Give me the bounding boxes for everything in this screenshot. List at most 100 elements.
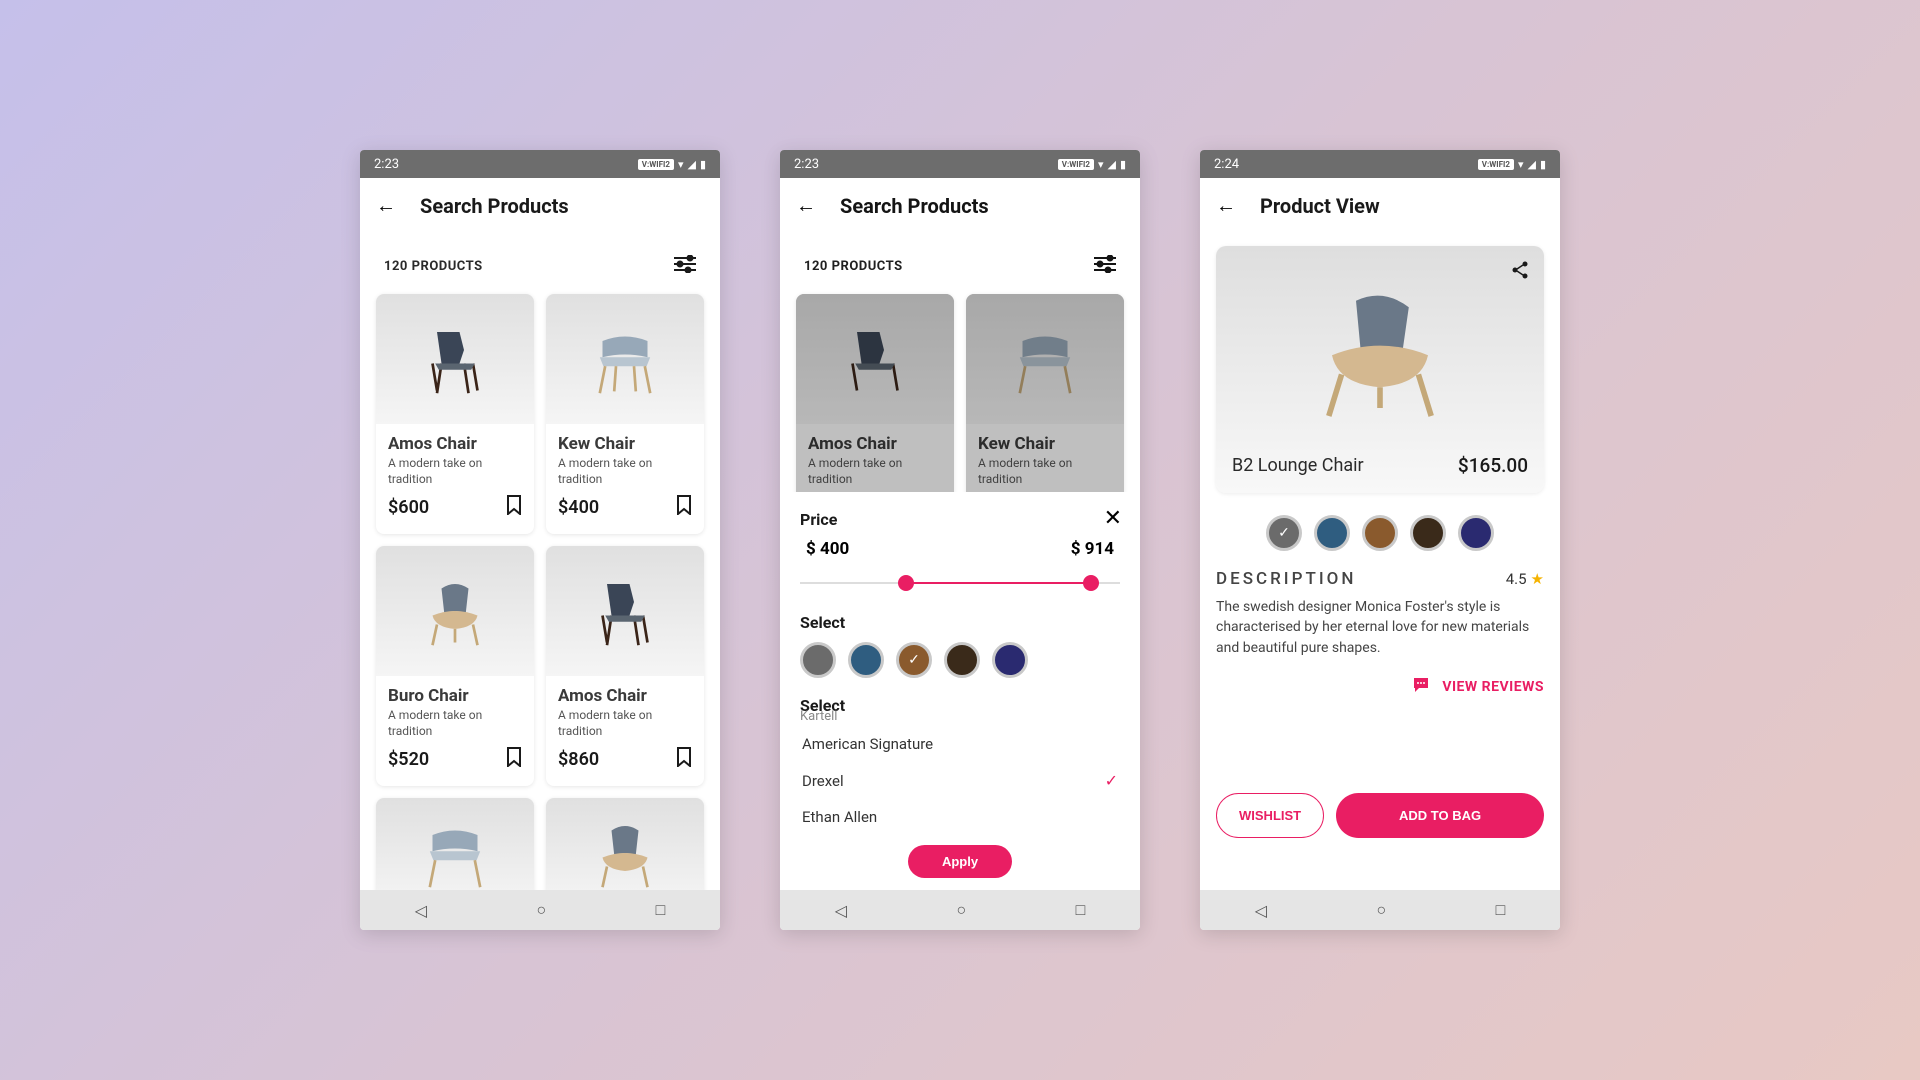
phone-screen-detail: 2:24 V:WIFI2 ▾ ◢ ▮ ← Product View B2 Lou…: [1200, 150, 1560, 930]
product-image: [376, 294, 534, 424]
color-swatch-blue[interactable]: [1314, 515, 1350, 551]
product-info: Amos Chair A modern take on tradition $8…: [546, 676, 704, 786]
status-time: 2:23: [374, 157, 399, 172]
brand-name: Drexel: [802, 772, 844, 790]
nav-back-icon[interactable]: ◁: [835, 901, 847, 920]
share-icon[interactable]: [1510, 260, 1530, 285]
color-swatch-dark[interactable]: [1410, 515, 1446, 551]
product-card[interactable]: [546, 798, 704, 890]
nav-back-icon[interactable]: ◁: [1255, 901, 1267, 920]
color-swatch-navy[interactable]: [992, 642, 1028, 678]
close-icon[interactable]: ✕: [1104, 506, 1122, 531]
product-desc: A modern take on tradition: [808, 456, 942, 487]
color-swatch-brown[interactable]: ✓: [896, 642, 932, 678]
color-swatch-grey[interactable]: ✓: [1266, 515, 1302, 551]
nav-home-icon[interactable]: ○: [536, 900, 546, 920]
product-card[interactable]: [376, 798, 534, 890]
phone-screen-search: 2:23 V:WIFI2 ▾ ◢ ▮ ← Search Products 120…: [360, 150, 720, 930]
brand-item-cut[interactable]: Kartell: [800, 709, 1120, 724]
product-card[interactable]: Amos Chair A modern take on tradition $8…: [546, 546, 704, 786]
view-reviews-link[interactable]: VIEW REVIEWS: [1212, 676, 1548, 698]
color-swatch-grey[interactable]: [800, 642, 836, 678]
product-info: Amos Chair A modern take on tradition $6…: [376, 424, 534, 534]
status-icons: V:WIFI2 ▾ ◢ ▮: [1478, 158, 1546, 171]
product-card[interactable]: Kew Chair A modern take on tradition $40…: [546, 294, 704, 534]
status-bar: 2:24 V:WIFI2 ▾ ◢ ▮: [1200, 150, 1560, 178]
bookmark-icon[interactable]: [676, 747, 692, 772]
color-row: ✓: [800, 642, 1120, 678]
description-text: The swedish designer Monica Foster's sty…: [1212, 597, 1548, 658]
apply-button[interactable]: Apply: [908, 845, 1012, 878]
product-image: [546, 294, 704, 424]
price-min: $ 400: [806, 539, 849, 559]
product-image: [546, 546, 704, 676]
wifi-icon: ▾: [678, 158, 684, 171]
slider-thumb-min[interactable]: [898, 575, 914, 591]
product-card[interactable]: Amos Chair A modern take on tradition $6…: [376, 294, 534, 534]
product-desc: A modern take on tradition: [558, 708, 692, 739]
app-bar: ← Search Products: [780, 178, 1140, 234]
check-icon: ✓: [1105, 771, 1118, 790]
back-icon[interactable]: ←: [796, 193, 816, 218]
phone-screen-filter: 2:23 V:WIFI2 ▾ ◢ ▮ ← Search Products 120…: [780, 150, 1140, 930]
filter-icon[interactable]: [1094, 254, 1116, 278]
price-max: $ 914: [1071, 539, 1114, 559]
product-card[interactable]: Buro Chair A modern take on tradition $5…: [376, 546, 534, 786]
slider-thumb-max[interactable]: [1083, 575, 1099, 591]
price-slider[interactable]: [800, 573, 1120, 593]
brand-item[interactable]: Ethan Allen: [800, 799, 1120, 835]
product-name: B2 Lounge Chair: [1232, 455, 1364, 476]
nav-home-icon[interactable]: ○: [956, 900, 966, 920]
signal-icon: ◢: [687, 158, 695, 171]
nav-home-icon[interactable]: ○: [1376, 900, 1386, 920]
bookmark-icon[interactable]: [506, 747, 522, 772]
product-hero: B2 Lounge Chair $165.00: [1216, 246, 1544, 493]
status-icons: V:WIFI2 ▾ ◢ ▮: [1058, 158, 1126, 171]
star-icon: ★: [1531, 570, 1544, 588]
slider-fill: [906, 582, 1092, 584]
product-name: Amos Chair: [558, 686, 692, 706]
wishlist-button[interactable]: WISHLIST: [1216, 793, 1324, 838]
color-swatch-navy[interactable]: [1458, 515, 1494, 551]
filter-row: 120 PRODUCTS: [372, 246, 708, 294]
page-title: Product View: [1260, 194, 1380, 218]
price-values: $ 400 $ 914: [800, 539, 1120, 559]
product-image: [796, 294, 954, 424]
product-price: $520: [388, 749, 429, 770]
color-swatch-blue[interactable]: [848, 642, 884, 678]
nav-recent-icon[interactable]: □: [656, 900, 666, 920]
app-bar: ← Search Products: [360, 178, 720, 234]
product-desc: A modern take on tradition: [978, 456, 1112, 487]
product-price: $400: [558, 497, 599, 518]
wifi-label: V:WIFI2: [1058, 159, 1094, 170]
product-image: [546, 798, 704, 890]
color-swatch-dark[interactable]: [944, 642, 980, 678]
brand-list: American Signature Drexel ✓ Ethan Allen: [800, 726, 1120, 841]
product-image: [966, 294, 1124, 424]
chat-icon: [1412, 676, 1430, 698]
product-image: [376, 546, 534, 676]
action-row: WISHLIST ADD TO BAG: [1216, 793, 1544, 838]
brand-name: American Signature: [802, 735, 933, 753]
battery-icon: ▮: [1540, 158, 1546, 171]
brand-item[interactable]: American Signature: [800, 726, 1120, 762]
product-count: 120 PRODUCTS: [804, 259, 903, 274]
nav-recent-icon[interactable]: □: [1076, 900, 1086, 920]
nav-back-icon[interactable]: ◁: [415, 901, 427, 920]
bookmark-icon[interactable]: [506, 495, 522, 520]
back-icon[interactable]: ←: [1216, 193, 1236, 218]
filter-icon[interactable]: [674, 254, 696, 278]
bookmark-icon[interactable]: [676, 495, 692, 520]
add-to-bag-button[interactable]: ADD TO BAG: [1336, 793, 1544, 838]
product-price: $600: [388, 497, 429, 518]
color-swatch-brown[interactable]: [1362, 515, 1398, 551]
back-icon[interactable]: ←: [376, 193, 396, 218]
status-bar: 2:23 V:WIFI2 ▾ ◢ ▮: [780, 150, 1140, 178]
color-label: Select: [800, 613, 1120, 632]
page-title: Search Products: [420, 194, 569, 218]
product-desc: A modern take on tradition: [558, 456, 692, 487]
battery-icon: ▮: [1120, 158, 1126, 171]
rating: 4.5 ★: [1506, 570, 1544, 588]
brand-item[interactable]: Drexel ✓: [800, 762, 1120, 799]
nav-recent-icon[interactable]: □: [1496, 900, 1506, 920]
